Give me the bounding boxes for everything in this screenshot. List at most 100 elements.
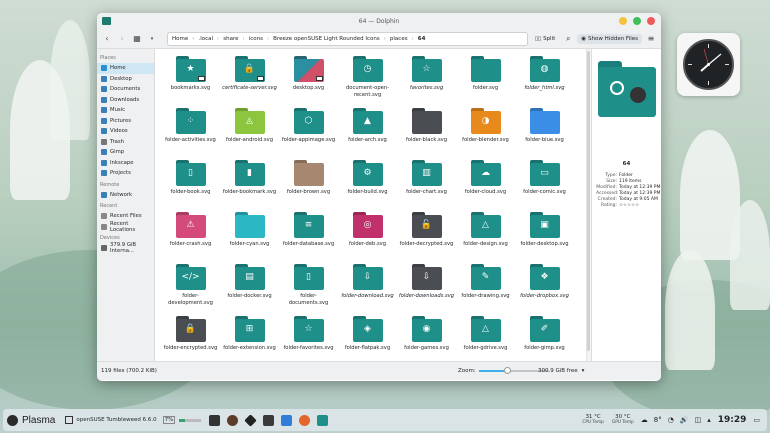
file-item[interactable]: ✎ folder-drawing.svg — [456, 261, 515, 313]
system-monitor-icon[interactable] — [263, 414, 275, 426]
expand-tray-icon[interactable]: ▴ — [707, 416, 711, 424]
chevron-down-icon[interactable]: ▾ — [582, 368, 585, 374]
sidebar-item[interactable]: Documents — [97, 84, 154, 95]
sidebar-item[interactable]: Downloads — [97, 95, 154, 106]
chevron-down-icon[interactable]: ▾ — [146, 33, 158, 45]
file-item[interactable]: ★ bookmarks.svg — [161, 53, 220, 105]
sidebar-item[interactable]: Pictures — [97, 116, 154, 127]
file-item[interactable]: </> folder-development.svg — [161, 261, 220, 313]
minimize-button[interactable] — [619, 17, 627, 25]
analog-clock-widget[interactable] — [677, 33, 740, 96]
file-item[interactable]: folder-brown.svg — [279, 157, 338, 209]
back-icon[interactable]: ‹ — [101, 33, 113, 45]
file-item[interactable]: ⇩ folder-downloads.svg — [397, 261, 456, 313]
gpu-temp[interactable]: 30 °C GPU Temp — [612, 414, 634, 426]
file-item[interactable]: ⚠ folder-crash.svg — [161, 209, 220, 261]
memory-monitor[interactable] — [179, 418, 202, 422]
file-item[interactable]: ☆ favorites.svg — [397, 53, 456, 105]
file-item[interactable]: 🔒 folder-encrypted.svg — [161, 313, 220, 365]
scrollbar-thumb[interactable] — [587, 51, 590, 351]
sidebar-item[interactable]: Music — [97, 105, 154, 116]
sidebar-item[interactable]: Inkscape — [97, 158, 154, 169]
view-mode-icon[interactable]: ▦ — [131, 33, 143, 45]
forward-icon[interactable]: › — [116, 33, 128, 45]
sidebar-item[interactable]: Projects — [97, 168, 154, 179]
weather-temp[interactable]: 8° — [654, 416, 662, 424]
file-item[interactable]: ▯ folder-documents.svg — [279, 261, 338, 313]
sidebar-item[interactable]: Videos — [97, 126, 154, 137]
file-item[interactable]: 🔓 folder-decrypted.svg — [397, 209, 456, 261]
breadcrumb-item[interactable]: icons — [249, 36, 263, 42]
cpu-monitor[interactable]: 7% — [162, 416, 176, 424]
file-item[interactable]: folder-cyan.svg — [220, 209, 279, 261]
sidebar-item[interactable]: Network — [97, 190, 154, 201]
file-item[interactable]: ⬡ folder-appimage.svg — [279, 105, 338, 157]
application-launcher[interactable]: Plasma — [22, 415, 55, 426]
sidebar-item[interactable]: Recent Locations — [97, 221, 154, 233]
hamburger-menu-icon[interactable]: ≡ — [645, 33, 657, 45]
file-item[interactable]: ❖ folder-dropbox.svg — [515, 261, 574, 313]
task-item[interactable]: openSUSE Tumbleweed 6.6.0 — [65, 416, 157, 424]
volume-icon[interactable]: 🔊 — [680, 416, 689, 424]
weather-icon[interactable]: ☁ — [641, 416, 648, 424]
file-item[interactable]: ◈ folder-flatpak.svg — [338, 313, 397, 365]
metadata-value[interactable]: ☆☆☆☆☆ — [619, 203, 639, 209]
sidebar-item[interactable]: Trash — [97, 137, 154, 148]
sidebar-item[interactable]: Home — [97, 63, 154, 74]
split-button[interactable]: ▯▯ Split — [531, 34, 559, 44]
breadcrumb-item[interactable]: .local — [198, 36, 213, 42]
file-view[interactable]: ★ bookmarks.svg 🔒 certificate-server.svg des… — [155, 49, 591, 361]
file-item[interactable]: folder-blue.svg — [515, 105, 574, 157]
sidebar-item[interactable]: 379.9 GiB Interna... — [97, 242, 154, 254]
opensuse-logo-icon[interactable] — [7, 414, 18, 426]
file-item[interactable]: ◉ folder-games.svg — [397, 313, 456, 365]
file-item[interactable]: ⇩ folder-download.svg — [338, 261, 397, 313]
file-item[interactable]: ☁ folder-cloud.svg — [456, 157, 515, 209]
file-item[interactable]: ◬ folder-android.svg — [220, 105, 279, 157]
file-item[interactable]: ☆ folder-favorites.svg — [279, 313, 338, 365]
file-item[interactable]: △ folder-gdrive.svg — [456, 313, 515, 365]
search-icon[interactable]: ⌕ — [562, 33, 574, 45]
file-item[interactable]: ▣ folder-desktop.svg — [515, 209, 574, 261]
show-desktop-icon[interactable]: ▭ — [753, 416, 760, 424]
file-item[interactable]: folder.svg — [456, 53, 515, 105]
network-icon[interactable]: ◫ — [695, 416, 702, 424]
file-item[interactable]: ▯ folder-book.svg — [161, 157, 220, 209]
file-item[interactable]: ▥ folder-chart.svg — [397, 157, 456, 209]
dolphin-icon[interactable] — [317, 414, 329, 426]
inkscape-icon[interactable] — [244, 413, 258, 427]
file-item[interactable]: ◍ folder_html.svg — [515, 53, 574, 105]
cpu-temp[interactable]: 31 °C CPU Temp — [582, 414, 604, 426]
digital-clock[interactable]: 19:29 — [718, 415, 747, 425]
file-item[interactable]: ⁘ folder-activities.svg — [161, 105, 220, 157]
breadcrumb-item[interactable]: share — [223, 36, 238, 42]
zoom-handle[interactable] — [503, 367, 511, 374]
file-item[interactable]: ◑ folder-blender.svg — [456, 105, 515, 157]
firefox-icon[interactable] — [299, 414, 311, 426]
file-item[interactable]: ▮ folder-bookmark.svg — [220, 157, 279, 209]
file-item[interactable]: ◷ document-open-recent.svg — [338, 53, 397, 105]
terminal-icon[interactable] — [209, 414, 221, 426]
breadcrumb-item[interactable]: 64 — [418, 36, 426, 42]
file-item[interactable]: ▤ folder-docker.svg — [220, 261, 279, 313]
file-item[interactable]: △ folder-design.svg — [456, 209, 515, 261]
discover-icon[interactable] — [281, 414, 293, 426]
file-item[interactable]: desktop.svg — [279, 53, 338, 105]
file-item[interactable]: ◎ folder-deb.svg — [338, 209, 397, 261]
breadcrumb-item[interactable]: Home — [172, 36, 188, 42]
sidebar-item[interactable]: Gimp — [97, 147, 154, 158]
breadcrumb-item[interactable]: places — [390, 36, 408, 42]
notification-icon[interactable]: ◔ — [668, 416, 674, 424]
gimp-icon[interactable] — [227, 414, 239, 426]
file-item[interactable]: ▲ folder-arch.svg — [338, 105, 397, 157]
title-bar[interactable]: 64 — Dolphin — [97, 13, 661, 29]
maximize-button[interactable] — [633, 17, 641, 25]
file-item[interactable]: ≡ folder-database.svg — [279, 209, 338, 261]
file-item[interactable]: ✐ folder-gimp.svg — [515, 313, 574, 365]
file-item[interactable]: ⚙ folder-build.svg — [338, 157, 397, 209]
breadcrumb-item[interactable]: Breeze openSUSE Light Rounded Icons — [273, 36, 380, 42]
close-button[interactable] — [647, 17, 655, 25]
file-item[interactable]: ⊞ folder-extension.svg — [220, 313, 279, 365]
file-item[interactable]: folder-black.svg — [397, 105, 456, 157]
file-item[interactable]: 🔒 certificate-server.svg — [220, 53, 279, 105]
